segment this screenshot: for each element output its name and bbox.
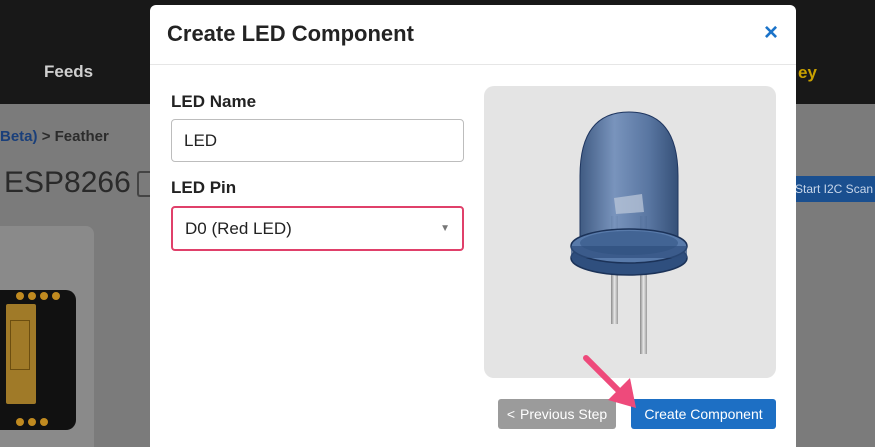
edit-icon[interactable]	[136, 171, 151, 198]
board-pin	[28, 292, 36, 300]
close-icon[interactable]: ×	[761, 21, 781, 45]
led-name-input[interactable]	[171, 119, 464, 162]
dialog-title: Create LED Component	[167, 21, 414, 46]
chevron-down-icon: ▼	[440, 223, 450, 234]
start-i2c-scan-button[interactable]: Start I2C Scan	[789, 176, 875, 202]
chevron-left-icon: <	[506, 406, 515, 422]
dialog-header: Create LED Component ×	[150, 5, 796, 65]
arrow-pointer-icon	[583, 355, 636, 408]
led-illustration	[570, 111, 688, 354]
page-title: ESP8266	[4, 166, 151, 200]
board-pin	[28, 418, 36, 426]
breadcrumb-separator: >	[41, 128, 51, 145]
nav-key-link[interactable]: ey	[798, 63, 817, 83]
breadcrumb-current: Feather	[54, 128, 109, 145]
led-pin-selected-value: D0 (Red LED)	[185, 218, 292, 238]
breadcrumb: Beta) > Feather	[0, 128, 109, 145]
led-preview-image	[484, 86, 776, 378]
board-pin	[16, 418, 24, 426]
led-pin-select[interactable]: D0 (Red LED) ▼	[171, 206, 464, 251]
create-component-button[interactable]: Create Component	[631, 399, 776, 429]
breadcrumb-link[interactable]: Beta)	[0, 128, 38, 145]
board-pin	[52, 292, 60, 300]
led-name-label: LED Name	[171, 92, 257, 111]
board-pin	[16, 292, 24, 300]
page-title-text: ESP8266	[4, 166, 131, 199]
create-led-component-dialog: Create LED Component × LED Name LED Pin …	[150, 5, 796, 447]
board-antenna	[10, 320, 30, 370]
nav-feeds-link[interactable]: Feeds	[44, 62, 93, 82]
led-pin-label: LED Pin	[171, 178, 237, 197]
board-pin	[40, 292, 48, 300]
board-pin	[40, 418, 48, 426]
